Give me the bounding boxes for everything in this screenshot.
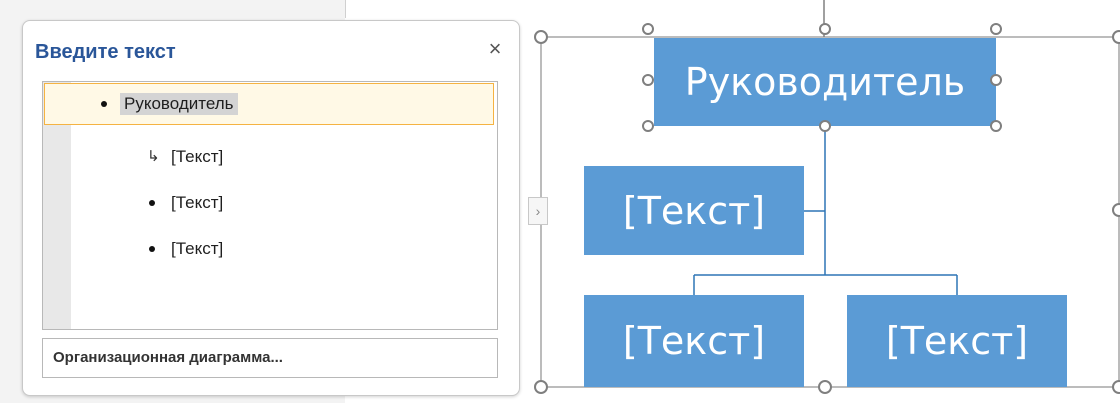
close-icon[interactable]: × <box>483 37 507 61</box>
resize-handle-bottom-center[interactable] <box>819 120 831 132</box>
resize-handle-top-center[interactable] <box>819 23 831 35</box>
list-item-label[interactable]: [Текст] <box>171 193 223 213</box>
list-item-text-1[interactable]: ↳ [Текст] <box>43 136 497 178</box>
org-box-assistant-label: [Текст] <box>622 188 766 233</box>
list-item-label[interactable]: [Текст] <box>171 147 223 167</box>
list-item-text-3[interactable]: [Текст] <box>43 228 497 270</box>
resize-handle-middle-right[interactable] <box>990 74 1002 86</box>
bullet-icon <box>149 200 155 206</box>
return-arrow-icon: ↳ <box>147 148 160 165</box>
bullet-icon <box>101 101 107 107</box>
resize-handle-top-left[interactable] <box>642 23 654 35</box>
org-box-assistant[interactable]: [Текст] <box>584 166 804 255</box>
bullet-icon <box>149 246 155 252</box>
list-item-text-2[interactable]: [Текст] <box>43 182 497 224</box>
text-pane-toggle-button[interactable]: › <box>528 197 548 225</box>
pane-title: Введите текст <box>35 41 176 63</box>
org-box-manager-label: Руководитель <box>684 60 966 104</box>
org-box-subordinate-2[interactable]: [Текст] <box>847 295 1067 387</box>
org-box-subordinate-1-label: [Текст] <box>622 319 766 363</box>
org-box-subordinate-1[interactable]: [Текст] <box>584 295 804 387</box>
list-item-manager[interactable]: Руководитель <box>44 83 494 125</box>
resize-handle-bottom-right[interactable] <box>990 120 1002 132</box>
list-item-label[interactable]: [Текст] <box>171 239 223 259</box>
smartart-description-link[interactable]: Организационная диаграмма... <box>42 338 498 378</box>
text-pane: Введите текст × Руководитель ↳ [Текст] [… <box>22 20 520 396</box>
org-box-manager[interactable]: Руководитель <box>654 38 996 126</box>
org-box-subordinate-2-label: [Текст] <box>885 319 1029 363</box>
resize-handle-top-right[interactable] <box>990 23 1002 35</box>
resize-handle-middle-left[interactable] <box>642 74 654 86</box>
resize-handle-bottom-left[interactable] <box>642 120 654 132</box>
list-item-label[interactable]: Руководитель <box>120 93 238 115</box>
text-list[interactable]: Руководитель ↳ [Текст] [Текст] [Текст] <box>42 81 498 330</box>
